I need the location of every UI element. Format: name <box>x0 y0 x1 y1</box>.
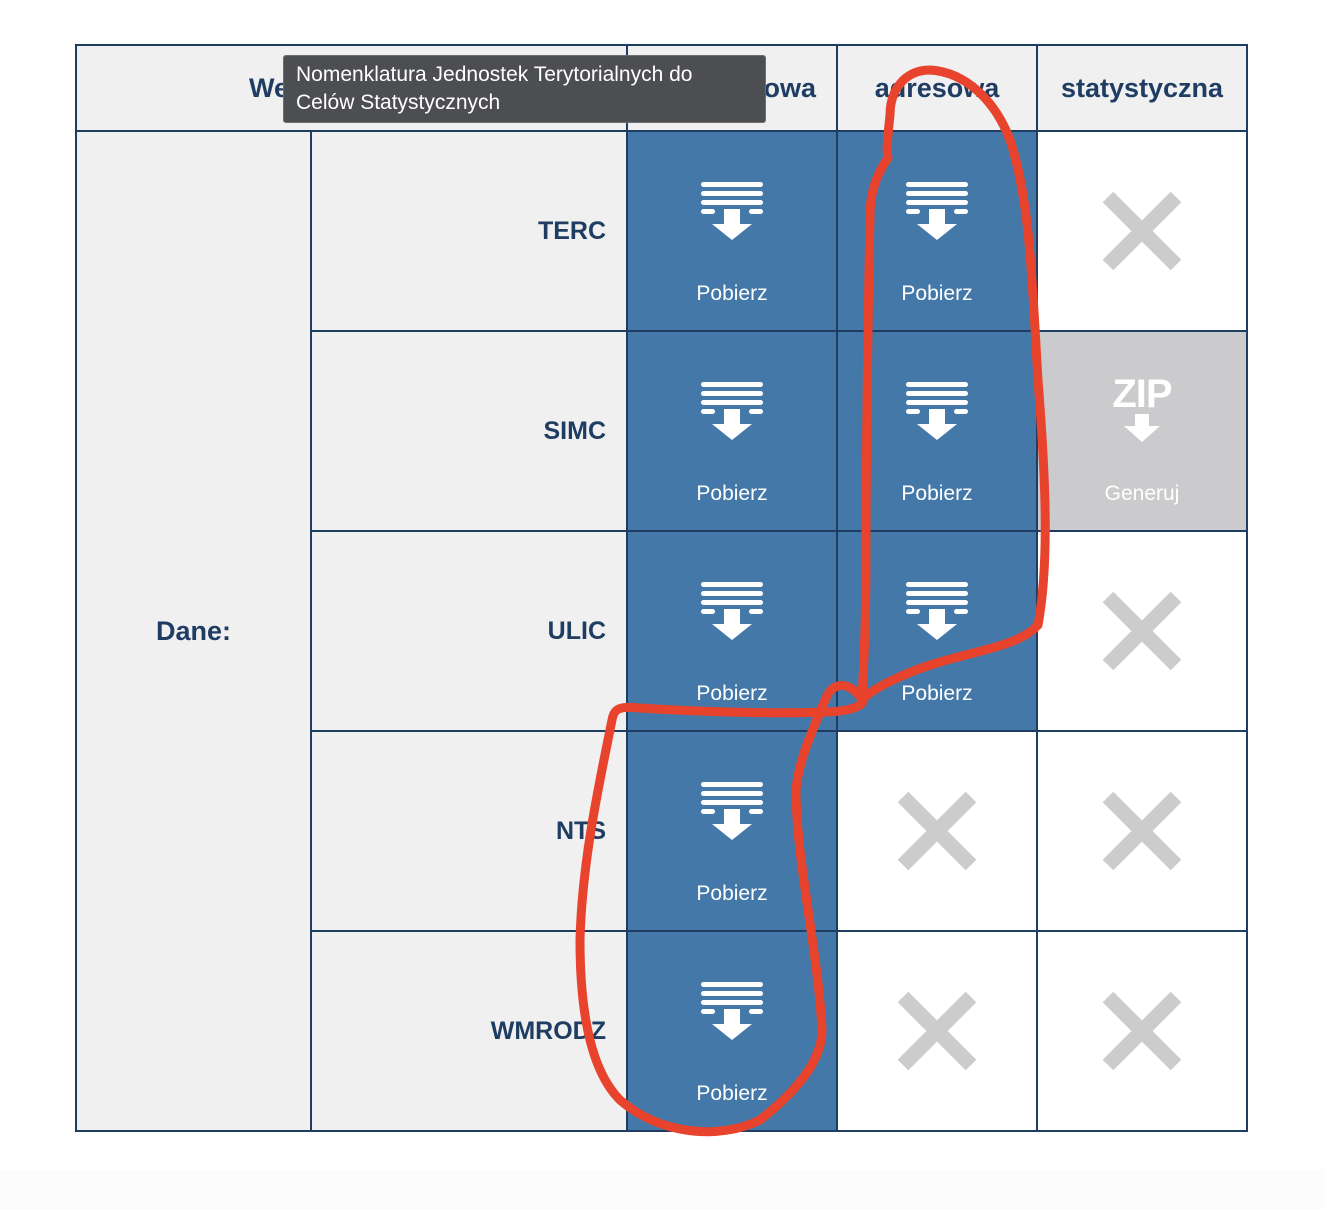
row-label-nts: NTS <box>310 730 628 932</box>
generate-zip-button-simc-statystyczna[interactable]: ZIP Generuj <box>1036 330 1248 532</box>
header-podstawowa-text: owa <box>763 72 816 103</box>
unavailable-nts-adresowa <box>836 730 1038 932</box>
row-label-wmrodz: WMRODZ <box>310 930 628 1132</box>
download-label: Pobierz <box>901 482 973 505</box>
download-button-simc-adresowa[interactable]: Pobierz <box>836 330 1038 532</box>
download-label: Pobierz <box>696 282 768 305</box>
zip-download-icon <box>1124 414 1160 442</box>
x-icon <box>1102 191 1182 271</box>
download-list-icon <box>906 382 968 440</box>
x-icon <box>897 991 977 1071</box>
x-icon <box>897 791 977 871</box>
header-adresowa-text: adresowa <box>874 72 1000 103</box>
unavailable-ulic-statystyczna <box>1036 530 1248 732</box>
generate-label: Generuj <box>1104 482 1180 505</box>
x-icon <box>1102 591 1182 671</box>
row-label-text: SIMC <box>543 416 607 445</box>
download-button-terc-podstawowa[interactable]: Pobierz <box>626 130 838 332</box>
download-label: Pobierz <box>901 282 973 305</box>
download-label: Pobierz <box>696 1082 768 1105</box>
download-list-icon <box>701 582 763 640</box>
row-label-text: NTS <box>556 816 606 845</box>
section-label-dane: Dane: <box>75 130 312 1132</box>
download-list-icon <box>701 782 763 840</box>
unavailable-terc-statystyczna <box>1036 130 1248 332</box>
unavailable-nts-statystyczna <box>1036 730 1248 932</box>
download-button-wmrodz-podstawowa[interactable]: Pobierz <box>626 930 838 1132</box>
tooltip-text: Nomenklatura Jednostek Terytorialnych do… <box>296 63 693 114</box>
header-cell-statystyczna: statystyczna <box>1036 44 1248 132</box>
download-list-icon <box>701 182 763 240</box>
download-button-ulic-podstawowa[interactable]: Pobierz <box>626 530 838 732</box>
download-list-icon <box>701 982 763 1040</box>
download-button-nts-podstawowa[interactable]: Pobierz <box>626 730 838 932</box>
download-button-simc-podstawowa[interactable]: Pobierz <box>626 330 838 532</box>
header-cell-adresowa: adresowa <box>836 44 1038 132</box>
page-footer-strip <box>0 1170 1324 1210</box>
download-label: Pobierz <box>901 682 973 705</box>
row-label-ulic: ULIC <box>310 530 628 732</box>
row-label-text: ULIC <box>547 616 606 645</box>
header-statystyczna-text: statystyczna <box>1060 72 1224 103</box>
download-label: Pobierz <box>696 482 768 505</box>
download-list-icon <box>701 382 763 440</box>
download-list-icon <box>906 182 968 240</box>
download-button-ulic-adresowa[interactable]: Pobierz <box>836 530 1038 732</box>
row-label-simc: SIMC <box>310 330 628 532</box>
download-label: Pobierz <box>696 682 768 705</box>
tooltip: Nomenklatura Jednostek Terytorialnych do… <box>283 55 766 123</box>
unavailable-wmrodz-adresowa <box>836 930 1038 1132</box>
row-label-text: TERC <box>537 216 606 245</box>
row-label-text: WMRODZ <box>490 1016 606 1045</box>
download-button-terc-adresowa[interactable]: Pobierz <box>836 130 1038 332</box>
x-icon <box>1102 791 1182 871</box>
x-icon <box>1102 991 1182 1071</box>
unavailable-wmrodz-statystyczna <box>1036 930 1248 1132</box>
download-label: Pobierz <box>696 882 768 905</box>
zip-icon-text: ZIP <box>1112 372 1172 416</box>
download-list-icon <box>906 582 968 640</box>
row-label-terc: TERC <box>310 130 628 332</box>
section-label-text: Dane: <box>155 615 231 646</box>
